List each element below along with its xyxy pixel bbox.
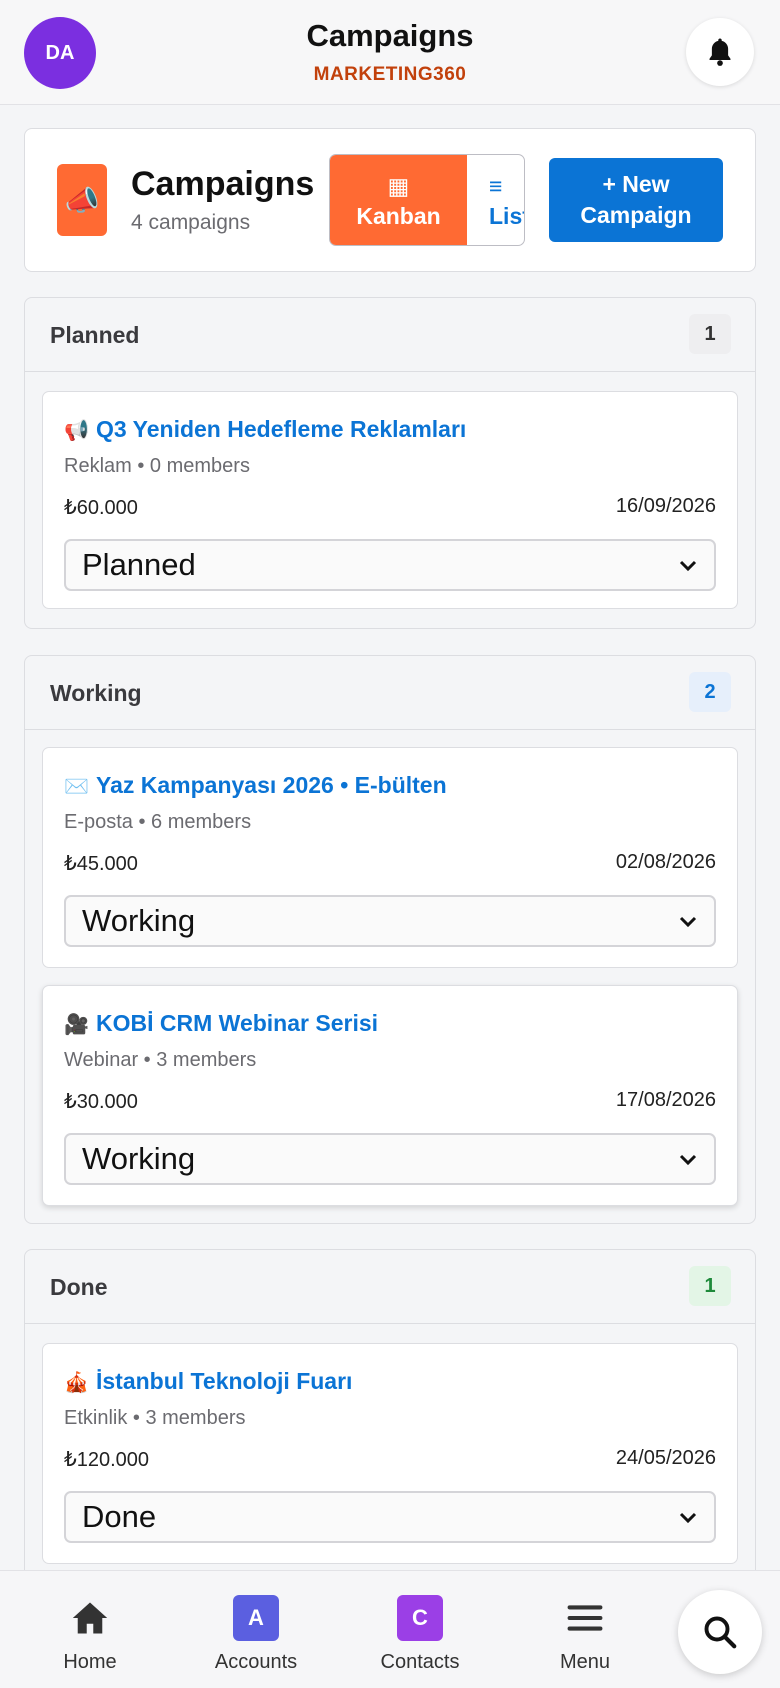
column-count-badge: 1 [689,1266,731,1306]
campaign-card[interactable]: ✉️ Yaz Kampanyası 2026 • E-bülten E-posta… [42,747,738,968]
campaign-meta: Reklam • 0 members [64,455,250,477]
nav-accounts-label: Accounts [214,1651,298,1673]
column-header: Done 1 [25,1250,755,1324]
new-campaign-label-2: Campaign [580,202,692,228]
status-value: Done [82,1499,157,1534]
chevron-down-icon [679,560,697,572]
kanban-icon: ▦ [387,173,410,199]
status-value: Working [82,1141,196,1176]
campaign-card[interactable]: 📢 Q3 Yeniden Hedefleme Reklamları Reklam … [42,391,738,609]
column-header: Planned 1 [25,298,755,372]
column-title: Done [50,1274,108,1300]
header-title: Campaigns [131,165,315,203]
status-value: Working [82,903,196,938]
campaign-budget: ₺60.000 [64,497,138,519]
list-view-button[interactable]: ≡ List [467,155,524,245]
view-toggle: ▦ Kanban ≡ List [329,154,525,246]
column-count-badge: 2 [689,672,731,712]
chevron-down-icon [679,1154,697,1166]
campaign-title-link[interactable]: 🎥 KOBİ CRM Webinar Serisi [64,1010,378,1037]
column-done: Done 1 🎪 İstanbul Teknoloji Fuarı Etkinli… [24,1249,756,1579]
campaign-budget: ₺120.000 [64,1449,150,1471]
new-campaign-label-1: + New [602,171,670,197]
campaigns-header-card: 📣 Campaigns 4 campaigns ▦ Kanban ≡ List … [24,128,756,272]
kanban-label: Kanban [356,203,441,229]
column-title: Working [50,680,142,706]
top-bar: DA Campaigns MARKETING360 [0,0,780,105]
megaphone-icon: 📣 [57,164,107,236]
campaign-card[interactable]: 🎪 İstanbul Teknoloji Fuarı Etkinlik • 3 m… [42,1343,738,1564]
campaign-date: 24/05/2026 [615,1447,716,1469]
campaign-date: 17/08/2026 [615,1089,716,1111]
chevron-down-icon [679,1512,697,1524]
column-working: Working 2 ✉️ Yaz Kampanyası 2026 • E-bült… [24,655,756,1224]
campaign-title: Yaz Kampanyası 2026 • E-bülten [96,772,447,798]
nav-accounts[interactable]: A Accounts [176,1571,336,1688]
search-button[interactable] [678,1590,762,1674]
bottom-navigation: Home A Accounts C Contacts Menu [0,1570,780,1688]
status-value: Planned [82,547,196,582]
campaign-card[interactable]: 🎥 KOBİ CRM Webinar Serisi Webinar • 3 mem… [42,985,738,1206]
megaphone-icon: 📢 [64,420,89,442]
campaign-count: 4 campaigns [131,211,251,234]
nav-contacts-label: Contacts [380,1651,460,1673]
status-select[interactable]: Working [64,1133,716,1185]
hamburger-menu-icon [562,1595,608,1641]
nav-menu[interactable]: Menu [505,1571,665,1688]
accounts-icon: A [233,1595,279,1641]
nav-home[interactable]: Home [10,1571,170,1688]
video-camera-icon: 🎥 [64,1014,89,1036]
status-select[interactable]: Working [64,895,716,947]
campaign-meta: Webinar • 3 members [64,1049,257,1071]
notifications-button[interactable] [686,18,754,86]
list-label: List [489,203,524,229]
campaign-title: İstanbul Teknoloji Fuarı [96,1368,353,1394]
home-icon [67,1595,113,1641]
circus-tent-icon: 🎪 [64,1372,89,1394]
status-select[interactable]: Done [64,1491,716,1543]
column-title: Planned [50,322,140,348]
chevron-down-icon [679,916,697,928]
search-icon [704,1616,737,1649]
campaign-title: KOBİ CRM Webinar Serisi [96,1010,379,1036]
column-planned: Planned 1 📢 Q3 Yeniden Hedefleme Reklamla… [24,297,756,629]
campaign-title-link[interactable]: ✉️ Yaz Kampanyası 2026 • E-bülten [64,772,447,799]
campaign-title-link[interactable]: 📢 Q3 Yeniden Hedefleme Reklamları [64,416,466,443]
campaign-title: Q3 Yeniden Hedefleme Reklamları [96,416,467,442]
status-select[interactable]: Planned [64,539,716,591]
kanban-view-button[interactable]: ▦ Kanban [330,155,467,245]
nav-home-label: Home [63,1651,117,1673]
bell-icon [709,38,731,66]
contacts-icon: C [397,1595,443,1641]
column-count-badge: 1 [689,314,731,354]
nav-contacts[interactable]: C Contacts [340,1571,500,1688]
new-campaign-button[interactable]: + New Campaign [549,158,723,242]
envelope-icon: ✉️ [64,776,89,798]
column-header: Working 2 [25,656,755,730]
nav-menu-label: Menu [559,1651,611,1673]
campaign-date: 16/09/2026 [615,495,716,517]
campaign-meta: E-posta • 6 members [64,811,252,833]
campaign-budget: ₺30.000 [64,1091,138,1113]
campaign-title-link[interactable]: 🎪 İstanbul Teknoloji Fuarı [64,1368,352,1395]
campaign-budget: ₺45.000 [64,853,138,875]
campaign-date: 02/08/2026 [615,851,716,873]
page-title: Campaigns [306,18,474,53]
app-name: MARKETING360 [313,64,467,85]
campaign-meta: Etkinlik • 3 members [64,1407,246,1429]
list-icon: ≡ [489,173,503,199]
